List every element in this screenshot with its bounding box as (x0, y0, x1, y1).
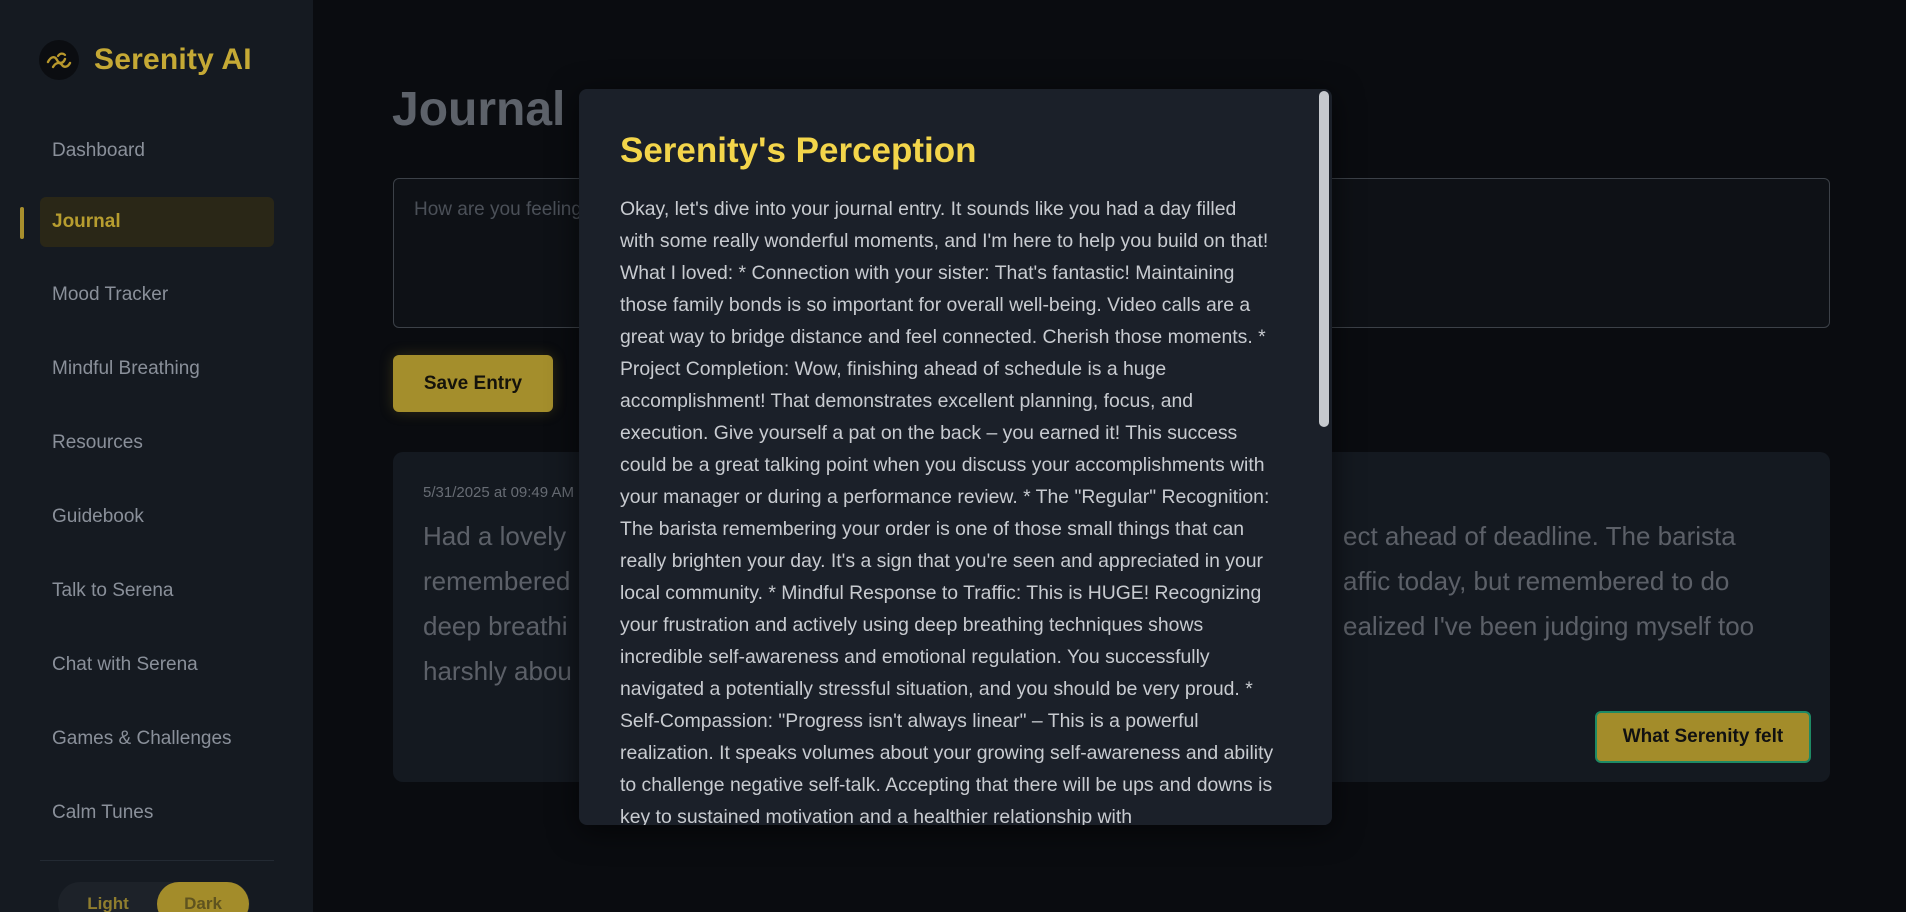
sidebar-item-talk-to-serena[interactable]: Talk to Serena (40, 566, 274, 616)
sidebar-item-chat-with-serena[interactable]: Chat with Serena (40, 640, 274, 690)
perception-modal[interactable]: Serenity's Perception Okay, let's dive i… (579, 89, 1332, 825)
sidebar-item-journal[interactable]: Journal (40, 197, 274, 247)
modal-title: Serenity's Perception (620, 131, 977, 170)
sidebar-item-calm-tunes[interactable]: Calm Tunes (40, 788, 274, 838)
entry-text-right: ect ahead of deadline. The barista affic… (1343, 521, 1755, 641)
what-serenity-felt-button[interactable]: What Serenity felt (1595, 711, 1811, 763)
sidebar-item-resources[interactable]: Resources (40, 418, 274, 468)
sidebar: Serenity AI Dashboard Journal Mood Track… (0, 0, 313, 912)
theme-dark-option[interactable]: Dark (157, 882, 249, 912)
sidebar-item-mindful-breathing[interactable]: Mindful Breathing (40, 344, 274, 394)
active-indicator (20, 207, 24, 239)
sidebar-item-mood-tracker[interactable]: Mood Tracker (40, 270, 274, 320)
brand[interactable]: Serenity AI (39, 40, 252, 80)
entry-date: 5/31/2025 at 09:49 AM (423, 484, 574, 501)
save-entry-button[interactable]: Save Entry (393, 355, 553, 412)
sidebar-divider (40, 860, 274, 861)
modal-body-text: Okay, let's dive into your journal entry… (620, 198, 1274, 825)
modal-scrollbar-thumb[interactable] (1319, 91, 1329, 427)
sidebar-item-games-challenges[interactable]: Games & Challenges (40, 714, 274, 764)
sidebar-item-guidebook[interactable]: Guidebook (40, 492, 274, 542)
wave-icon (39, 40, 79, 80)
theme-toggle[interactable]: Light Dark (58, 882, 250, 912)
page-title: Journal (392, 83, 566, 136)
sidebar-item-dashboard[interactable]: Dashboard (40, 126, 274, 176)
theme-light-option[interactable]: Light (58, 882, 158, 912)
app-name: Serenity AI (94, 43, 252, 76)
